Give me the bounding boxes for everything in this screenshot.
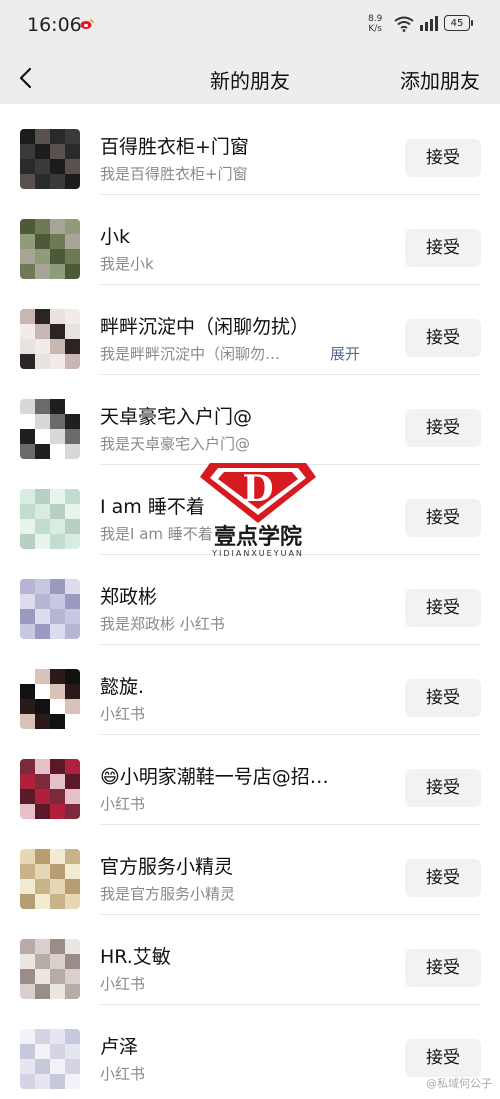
avatar-image [20, 129, 80, 189]
friend-request-row[interactable]: 天卓豪宅入户门@ 我是天卓豪宅入户门@ 接受 [0, 374, 500, 465]
avatar[interactable] [20, 939, 80, 999]
requester-name: 郑政彬 [100, 586, 158, 608]
accept-button[interactable]: 接受 [405, 409, 481, 447]
avatar-image [20, 309, 80, 369]
accept-button[interactable]: 接受 [405, 949, 481, 987]
accept-button[interactable]: 接受 [405, 319, 481, 357]
avatar[interactable] [20, 399, 80, 459]
cell-signal-icon [420, 16, 438, 31]
requester-name: 百得胜衣柜+门窗 [100, 136, 249, 158]
friend-request-row[interactable]: 官方服务小精灵我是官方服务小精灵 接受 [0, 824, 500, 915]
avatar-image [20, 759, 80, 819]
request-message: 我是官方服务小精灵 [100, 885, 236, 903]
request-message: 我是小k [100, 255, 154, 273]
request-message: 小红书 [100, 705, 146, 723]
network-speed-unit: K/s [368, 24, 382, 34]
accept-button[interactable]: 接受 [405, 139, 481, 177]
avatar-image [20, 939, 80, 999]
network-speed-value: 8.9 [368, 14, 383, 24]
network-speed: 8.9 K/s [368, 14, 382, 34]
accept-button[interactable]: 接受 [405, 499, 481, 537]
nav-bar: 新的朋友 添加朋友 [0, 52, 500, 104]
avatar[interactable] [20, 579, 80, 639]
avatar[interactable] [20, 849, 80, 909]
friend-request-row[interactable]: 郑政彬我是郑政彬 小红书 接受 [0, 554, 500, 645]
requester-name: 小k [100, 226, 131, 248]
avatar[interactable] [20, 219, 80, 279]
request-message: 小红书 [100, 795, 146, 813]
avatar-image [20, 489, 80, 549]
request-message: 我是畔畔沉淀中（闲聊勿… [100, 345, 281, 363]
requester-name: I am 睡不着 [100, 496, 205, 518]
request-message: 我是郑政彬 小红书 [100, 615, 225, 633]
request-message: 小红书 [100, 975, 146, 993]
requester-name: 😄小明家潮鞋一号店@招… [100, 766, 329, 788]
accept-button[interactable]: 接受 [405, 229, 481, 267]
status-time: 16:06 [27, 14, 82, 36]
requester-name: 天卓豪宅入户门@ [100, 406, 253, 428]
avatar-image [20, 849, 80, 909]
accept-button[interactable]: 接受 [405, 859, 481, 897]
expand-link[interactable]: 展开 [330, 343, 360, 364]
weibo-notification-icon [80, 19, 94, 29]
wifi-icon [394, 16, 414, 32]
request-message: 小红书 [100, 1065, 146, 1083]
requester-name: 官方服务小精灵 [100, 856, 234, 878]
friend-request-row[interactable]: HR.艾敏小红书 接受 [0, 914, 500, 1005]
request-message: 我是天卓豪宅入户门@ [100, 435, 251, 453]
friend-request-row[interactable]: 小k 我是小k 接受 [0, 194, 500, 285]
request-message: 我是百得胜衣柜+门窗 [100, 165, 248, 183]
friend-request-list: 百得胜衣柜+门窗 我是百得胜衣柜+门窗 接受 小k 我是小k 接受 畔畔沉淀中（闲聊勿扰）我… [0, 104, 500, 1094]
avatar[interactable] [20, 1029, 80, 1089]
avatar[interactable] [20, 309, 80, 369]
back-arrow-icon[interactable] [12, 62, 44, 94]
avatar[interactable] [20, 129, 80, 189]
avatar-image [20, 219, 80, 279]
avatar-image [20, 669, 80, 729]
weibo-corner-mark: @私域何公子 [426, 1077, 492, 1090]
accept-button[interactable]: 接受 [405, 589, 481, 627]
requester-name: 懿旋. [100, 676, 145, 698]
requester-name: 畔畔沉淀中（闲聊勿扰） [100, 316, 310, 338]
battery-indicator: 45 [444, 15, 473, 31]
friend-request-row[interactable]: 畔畔沉淀中（闲聊勿扰） 我是畔畔沉淀中（闲聊勿… 展开 接受 [0, 284, 500, 375]
accept-button[interactable]: 接受 [405, 679, 481, 717]
avatar[interactable] [20, 669, 80, 729]
avatar-image [20, 399, 80, 459]
requester-name: HR.艾敏 [100, 946, 171, 968]
friend-request-row[interactable]: I am 睡不着我是I am 睡不着 接受 [0, 464, 500, 555]
add-friends-button[interactable]: 添加朋友 [400, 65, 480, 94]
requester-name: 卢泽 [100, 1036, 139, 1058]
friend-request-row[interactable]: 百得胜衣柜+门窗我是百得胜衣柜+门窗 接受 [0, 104, 500, 195]
avatar[interactable] [20, 489, 80, 549]
avatar-image [20, 579, 80, 639]
friend-request-row[interactable]: 懿旋. 小红书 接受 [0, 644, 500, 735]
accept-button[interactable]: 接受 [405, 769, 481, 807]
accept-button[interactable]: 接受 [405, 1039, 481, 1077]
status-bar: 16:06 8.9 K/s 45 [0, 0, 500, 52]
friend-request-row[interactable]: 卢泽小红书 接受 [0, 1004, 500, 1094]
friend-request-row[interactable]: 😄小明家潮鞋一号店@招… 小红书 接受 [0, 734, 500, 825]
avatar[interactable] [20, 759, 80, 819]
avatar-image [20, 1029, 80, 1089]
request-message: 我是I am 睡不着 [100, 525, 213, 543]
